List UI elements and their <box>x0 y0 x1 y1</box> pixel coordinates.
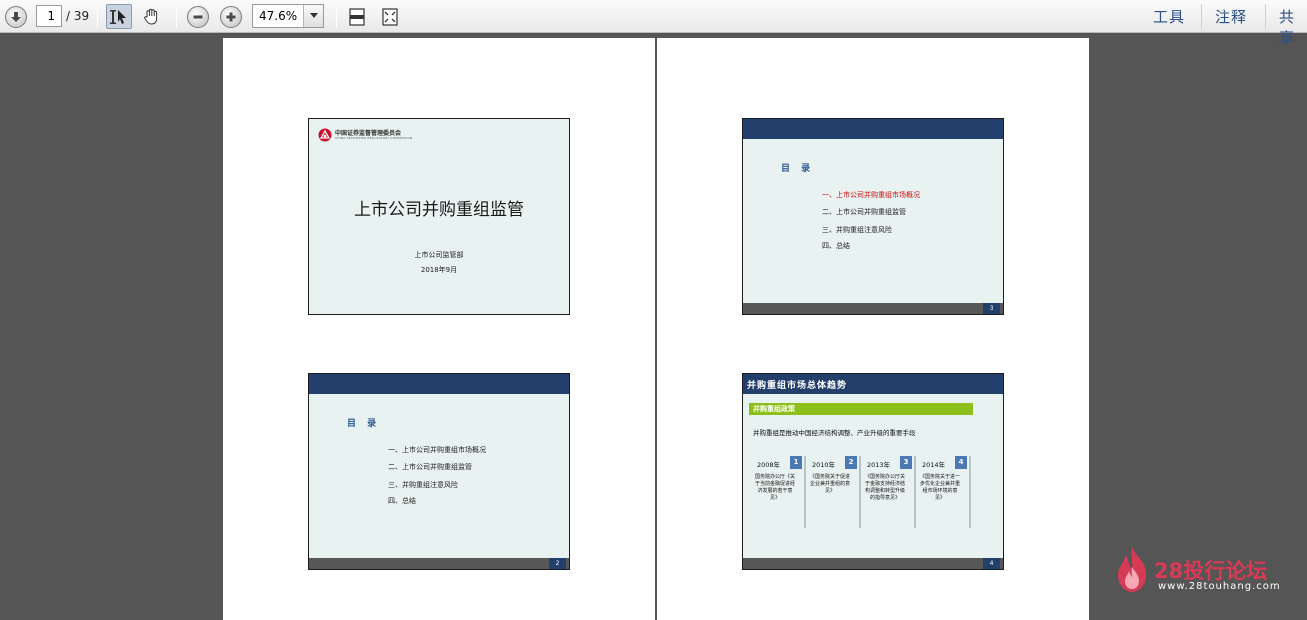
watermark: 28投行论坛 www.28touhang.com <box>1112 543 1292 597</box>
zoom-value: 47.6% <box>259 9 298 23</box>
slide-header-bar: 并购重组市场总体趋势 <box>743 374 1003 394</box>
slide-header-bar <box>743 119 1003 139</box>
flame-logo-icon <box>1118 547 1146 592</box>
toc-item-active: 一、上市公司并购重组市场概况 <box>822 191 920 199</box>
toc-title: 目 录 <box>781 164 815 174</box>
slide-title: 上市公司并购重组监管 <box>354 200 524 220</box>
document-page-right: 目 录 一、上市公司并购重组市场概况 二、上市公司并购重组监管 三、并购重组注意… <box>657 38 1089 620</box>
slide-header-bar <box>309 374 569 394</box>
timeline-year: 2013年 <box>867 461 891 469</box>
slide-page-number: 2 <box>549 558 566 569</box>
select-tool-button[interactable] <box>106 4 132 29</box>
slide-description: 并购重组是推动中国经济结构调整、产业升级的重要手段 <box>753 429 916 437</box>
timeline-number: 4 <box>955 456 967 469</box>
toc-item: 一、上市公司并购重组市场概况 <box>388 446 486 454</box>
arrow-down-icon <box>5 5 27 28</box>
timeline-number: 1 <box>790 456 802 469</box>
hand-tool-button[interactable] <box>139 4 165 29</box>
zoom-select[interactable]: 47.6% <box>252 4 324 28</box>
zoom-in-button[interactable] <box>220 4 242 29</box>
timeline-year: 2010年 <box>812 461 836 469</box>
slide-footer-bar: 3 <box>743 303 1003 314</box>
comment-menu[interactable]: 注释 <box>1215 6 1247 27</box>
timeline-item: 2013年 3 《国务院办公厅关于金融支持经济结构调整和转型升级的指导意见》 <box>861 456 916 528</box>
page-total-label: / 39 <box>66 9 90 23</box>
fit-width-icon <box>349 7 365 26</box>
share-menu[interactable]: 共享 <box>1279 6 1307 48</box>
slide-3: 目 录 一、上市公司并购重组市场概况 二、上市公司并购重组监管 三、并购重组注意… <box>742 118 1004 315</box>
toc-item: 二、上市公司并购重组监管 <box>822 208 906 216</box>
toc-item: 二、上市公司并购重组监管 <box>388 463 472 471</box>
section-label: 并购重组政策 <box>753 405 795 413</box>
timeline-item: 2010年 2 《国务院关于促进企业兼并重组的意见》 <box>806 456 861 528</box>
slide-1: 中国证券监督管理委员会 CHINA SECURITIES REGULATORY … <box>308 118 570 315</box>
timeline-number: 2 <box>845 456 857 469</box>
toc-item: 三、并购重组注意风险 <box>388 481 458 489</box>
tools-menu[interactable]: 工具 <box>1153 6 1185 27</box>
slide-date: 2018年9月 <box>420 266 458 274</box>
toc-item: 四、总结 <box>388 497 416 505</box>
slide-page-number: 4 <box>983 558 1000 569</box>
timeline-year: 2014年 <box>922 461 946 469</box>
plus-icon <box>220 5 242 28</box>
timeline-text: 国务院办公厅《关于当前金融促进经济发展的若干意见》 <box>755 474 796 501</box>
timeline-item: 2014年 4 《国务院关于进一步优化企业兼并重组市场环境的意见》 <box>916 456 971 528</box>
slide-4: 并购重组市场总体趋势 并购重组政策 并购重组是推动中国经济结构调整、产业升级的重… <box>742 373 1004 570</box>
text-select-icon <box>110 9 126 24</box>
toc-item: 四、总结 <box>822 242 850 250</box>
timeline-text: 《国务院办公厅关于金融支持经济结构调整和转型升级的指导意见》 <box>865 474 906 501</box>
toc-item: 三、并购重组注意风险 <box>822 226 892 234</box>
fit-page-icon <box>382 7 398 26</box>
timeline-text: 《国务院关于进一步优化企业兼并重组市场环境的意见》 <box>920 474 961 501</box>
fit-page-button[interactable] <box>377 4 403 29</box>
slide-footer-bar: 4 <box>743 558 1003 569</box>
timeline-year: 2008年 <box>757 461 781 469</box>
zoom-dropdown-button[interactable] <box>303 5 323 27</box>
document-page-left: 中国证券监督管理委员会 CHINA SECURITIES REGULATORY … <box>223 38 655 620</box>
slide-footer-bar: 2 <box>309 558 569 569</box>
slide-2: 目 录 一、上市公司并购重组市场概况 二、上市公司并购重组监管 三、并购重组注意… <box>308 373 570 570</box>
timeline-item: 2008年 1 国务院办公厅《关于当前金融促进经济发展的若干意见》 <box>751 456 806 528</box>
toolbar: 1 / 39 47.6% 工具 注释 共享 <box>0 0 1307 47</box>
timeline-number: 3 <box>900 456 912 469</box>
slide-title: 并购重组市场总体趋势 <box>747 381 848 391</box>
hand-icon <box>144 8 158 25</box>
watermark-site: www.28touhang.com <box>1158 581 1281 592</box>
section-label-bar: 并购重组政策 <box>749 403 973 415</box>
fit-width-button[interactable] <box>344 4 370 29</box>
csrc-logo-icon <box>318 128 332 142</box>
caret-down-icon <box>309 13 318 18</box>
zoom-out-button[interactable] <box>187 4 209 29</box>
next-page-button[interactable] <box>5 4 27 29</box>
logo-subtext: CHINA SECURITIES REGULATORY COMMISSION <box>335 136 413 140</box>
slide-page-number: 3 <box>983 303 1000 314</box>
page-number-input[interactable]: 1 <box>36 5 62 27</box>
slide-department: 上市公司监管部 <box>414 251 464 259</box>
minus-icon <box>187 5 209 28</box>
timeline-text: 《国务院关于促进企业兼并重组的意见》 <box>810 474 851 494</box>
toc-title: 目 录 <box>347 419 381 429</box>
